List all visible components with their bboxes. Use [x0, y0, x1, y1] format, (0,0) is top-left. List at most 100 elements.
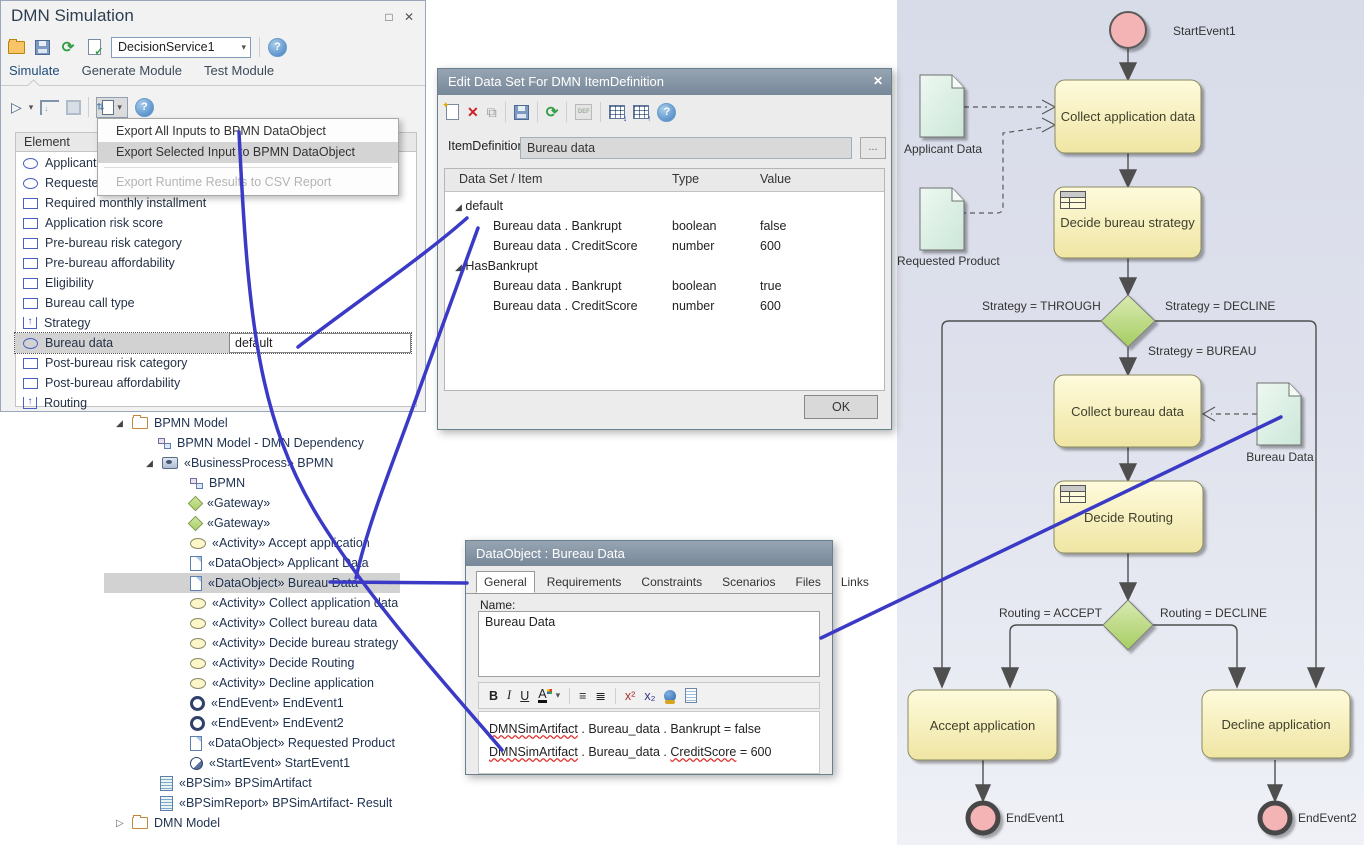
- insert-document-icon[interactable]: [685, 688, 697, 703]
- tree-item[interactable]: «BPSim» BPSimArtifact: [160, 773, 312, 793]
- close-button[interactable]: ✕: [401, 9, 417, 25]
- expander-open-icon[interactable]: ◢: [146, 458, 156, 469]
- expander-open-icon[interactable]: ◢: [116, 418, 126, 429]
- tab-links[interactable]: Links: [833, 571, 877, 593]
- table-group-row[interactable]: ◢ default: [445, 197, 884, 217]
- bullet-list-icon[interactable]: ≡: [579, 689, 586, 703]
- refresh-icon[interactable]: ⟳: [546, 103, 559, 121]
- help-icon[interactable]: ?: [268, 38, 287, 57]
- tree-item[interactable]: «Activity» Collect application data: [190, 593, 398, 613]
- element-row[interactable]: Application risk score: [15, 213, 411, 233]
- run-options-caret[interactable]: ▾: [29, 102, 34, 113]
- maximize-button[interactable]: □: [381, 9, 397, 25]
- copy-dataset-icon[interactable]: ⧉: [487, 104, 497, 121]
- tab-files[interactable]: Files: [787, 571, 828, 593]
- element-row[interactable]: Required monthly installment: [15, 193, 411, 213]
- activity-decline-application[interactable]: Decline application: [1202, 690, 1350, 758]
- menu-item-export-all-inputs[interactable]: Export All Inputs to BPMN DataObject: [98, 121, 398, 142]
- element-row[interactable]: Pre-bureau affordability: [15, 253, 411, 273]
- table-group-row[interactable]: ◢ HasBankrupt: [445, 257, 884, 277]
- table-row[interactable]: Bureau data . Bankruptbooleantrue: [445, 277, 884, 297]
- tab-general[interactable]: General: [476, 571, 535, 593]
- tab-test-module[interactable]: Test Module: [204, 63, 274, 78]
- underline-icon[interactable]: U: [520, 689, 529, 703]
- tab-generate-module[interactable]: Generate Module: [82, 63, 182, 78]
- stop-icon[interactable]: [66, 100, 81, 115]
- tree-item[interactable]: «Gateway»: [190, 513, 270, 533]
- save-icon[interactable]: [514, 105, 529, 120]
- activity-decide-bureau-strategy[interactable]: Decide bureau strategy: [1054, 187, 1201, 258]
- validate-icon[interactable]: ✓: [85, 38, 103, 56]
- hyperlink-icon[interactable]: [664, 690, 676, 702]
- step-icon[interactable]: ↓: [40, 100, 59, 115]
- element-row-selected[interactable]: Bureau data: [15, 333, 411, 353]
- default-dataset-icon[interactable]: DEF: [575, 104, 592, 120]
- tab-simulate[interactable]: Simulate: [9, 63, 60, 78]
- font-color-icon[interactable]: A: [538, 689, 546, 703]
- tree-item[interactable]: BPMN: [190, 473, 245, 493]
- table-row[interactable]: Bureau data . CreditScorenumber600: [445, 237, 884, 257]
- tree-item[interactable]: «DataObject» Requested Product: [190, 733, 395, 753]
- element-row[interactable]: Post-bureau risk category: [15, 353, 411, 373]
- export-dataobject-button[interactable]: ▾: [96, 97, 128, 118]
- save-icon[interactable]: [33, 38, 51, 56]
- element-row[interactable]: Bureau call type: [15, 293, 411, 313]
- element-row[interactable]: Post-bureau affordability: [15, 373, 411, 393]
- element-row[interactable]: ↑Strategy: [15, 313, 411, 333]
- tree-item[interactable]: «Activity» Collect bureau data: [190, 613, 377, 633]
- tree-item[interactable]: «BPSimReport» BPSimArtifact- Result: [160, 793, 392, 813]
- tree-item[interactable]: «Activity» Decline application: [190, 673, 374, 693]
- element-row[interactable]: ↑Routing: [15, 393, 411, 413]
- close-icon[interactable]: ✕: [873, 74, 883, 88]
- element-row[interactable]: Pre-bureau risk category: [15, 233, 411, 253]
- tree-item-selected[interactable]: «DataObject» Bureau Data: [190, 573, 358, 593]
- tree-item[interactable]: «EndEvent» EndEvent1: [190, 693, 344, 713]
- activity-collect-bureau-data[interactable]: Collect bureau data: [1054, 375, 1201, 447]
- import-csv-icon[interactable]: ↓: [609, 105, 625, 119]
- tree-item[interactable]: «Activity» Decide bureau strategy: [190, 633, 398, 653]
- tree-item[interactable]: «EndEvent» EndEvent2: [190, 713, 344, 733]
- expander-open-icon[interactable]: ◢: [455, 202, 462, 212]
- superscript-icon[interactable]: x²: [625, 689, 635, 703]
- tree-item[interactable]: ◢«BusinessProcess» BPMN: [146, 453, 333, 473]
- help-icon[interactable]: ?: [135, 98, 154, 117]
- tree-item[interactable]: «Activity» Accept application: [190, 533, 370, 553]
- expander-closed-icon[interactable]: ▷: [116, 818, 126, 829]
- help-icon[interactable]: ?: [657, 103, 676, 122]
- open-icon[interactable]: [7, 38, 25, 56]
- refresh-icon[interactable]: ⟳: [59, 38, 77, 56]
- table-row[interactable]: Bureau data . CreditScorenumber600: [445, 297, 884, 317]
- tree-item[interactable]: ▷DMN Model: [116, 813, 220, 833]
- item-definition-field[interactable]: Bureau data: [520, 137, 852, 159]
- tree-item[interactable]: BPMN Model - DMN Dependency: [158, 433, 364, 453]
- tree-item[interactable]: ◢BPMN Model: [116, 413, 228, 433]
- activity-decide-routing[interactable]: Decide Routing: [1054, 481, 1203, 553]
- column-type[interactable]: Type: [672, 172, 699, 186]
- name-field[interactable]: Bureau Data: [478, 611, 820, 677]
- column-value[interactable]: Value: [760, 172, 791, 186]
- menu-item-export-selected-input[interactable]: Export Selected Input to BPMN DataObject: [98, 142, 398, 163]
- chevron-down-icon[interactable]: ▾: [556, 690, 561, 701]
- browse-button[interactable]: ...: [860, 137, 886, 159]
- tree-item[interactable]: «Activity» Decide Routing: [190, 653, 354, 673]
- element-row[interactable]: Eligibility: [15, 273, 411, 293]
- numbered-list-icon[interactable]: ≣: [595, 688, 605, 703]
- decision-service-combo[interactable]: DecisionService1▾: [111, 37, 251, 58]
- run-icon[interactable]: ▷: [11, 99, 22, 116]
- bold-icon[interactable]: B: [489, 689, 498, 703]
- expander-open-icon[interactable]: ◢: [455, 262, 462, 272]
- activity-accept-application[interactable]: Accept application: [908, 690, 1057, 760]
- tree-item[interactable]: «Gateway»: [190, 493, 270, 513]
- tab-constraints[interactable]: Constraints: [633, 571, 710, 593]
- ok-button[interactable]: OK: [804, 395, 878, 419]
- table-row[interactable]: Bureau data . Bankruptbooleanfalse: [445, 217, 884, 237]
- column-dataset-item[interactable]: Data Set / Item: [459, 172, 542, 186]
- tree-item[interactable]: «DataObject» Applicant Data: [190, 553, 369, 573]
- delete-dataset-icon[interactable]: ✕: [467, 104, 479, 121]
- subscript-icon[interactable]: x₂: [644, 689, 655, 703]
- new-dataset-icon[interactable]: ✦: [446, 104, 459, 120]
- notes-field[interactable]: DMNSimArtifact . Bureau_data . Bankrupt …: [478, 711, 820, 774]
- tab-scenarios[interactable]: Scenarios: [714, 571, 783, 593]
- activity-collect-application-data[interactable]: Collect application data: [1055, 80, 1201, 153]
- tree-item[interactable]: «StartEvent» StartEvent1: [190, 753, 350, 773]
